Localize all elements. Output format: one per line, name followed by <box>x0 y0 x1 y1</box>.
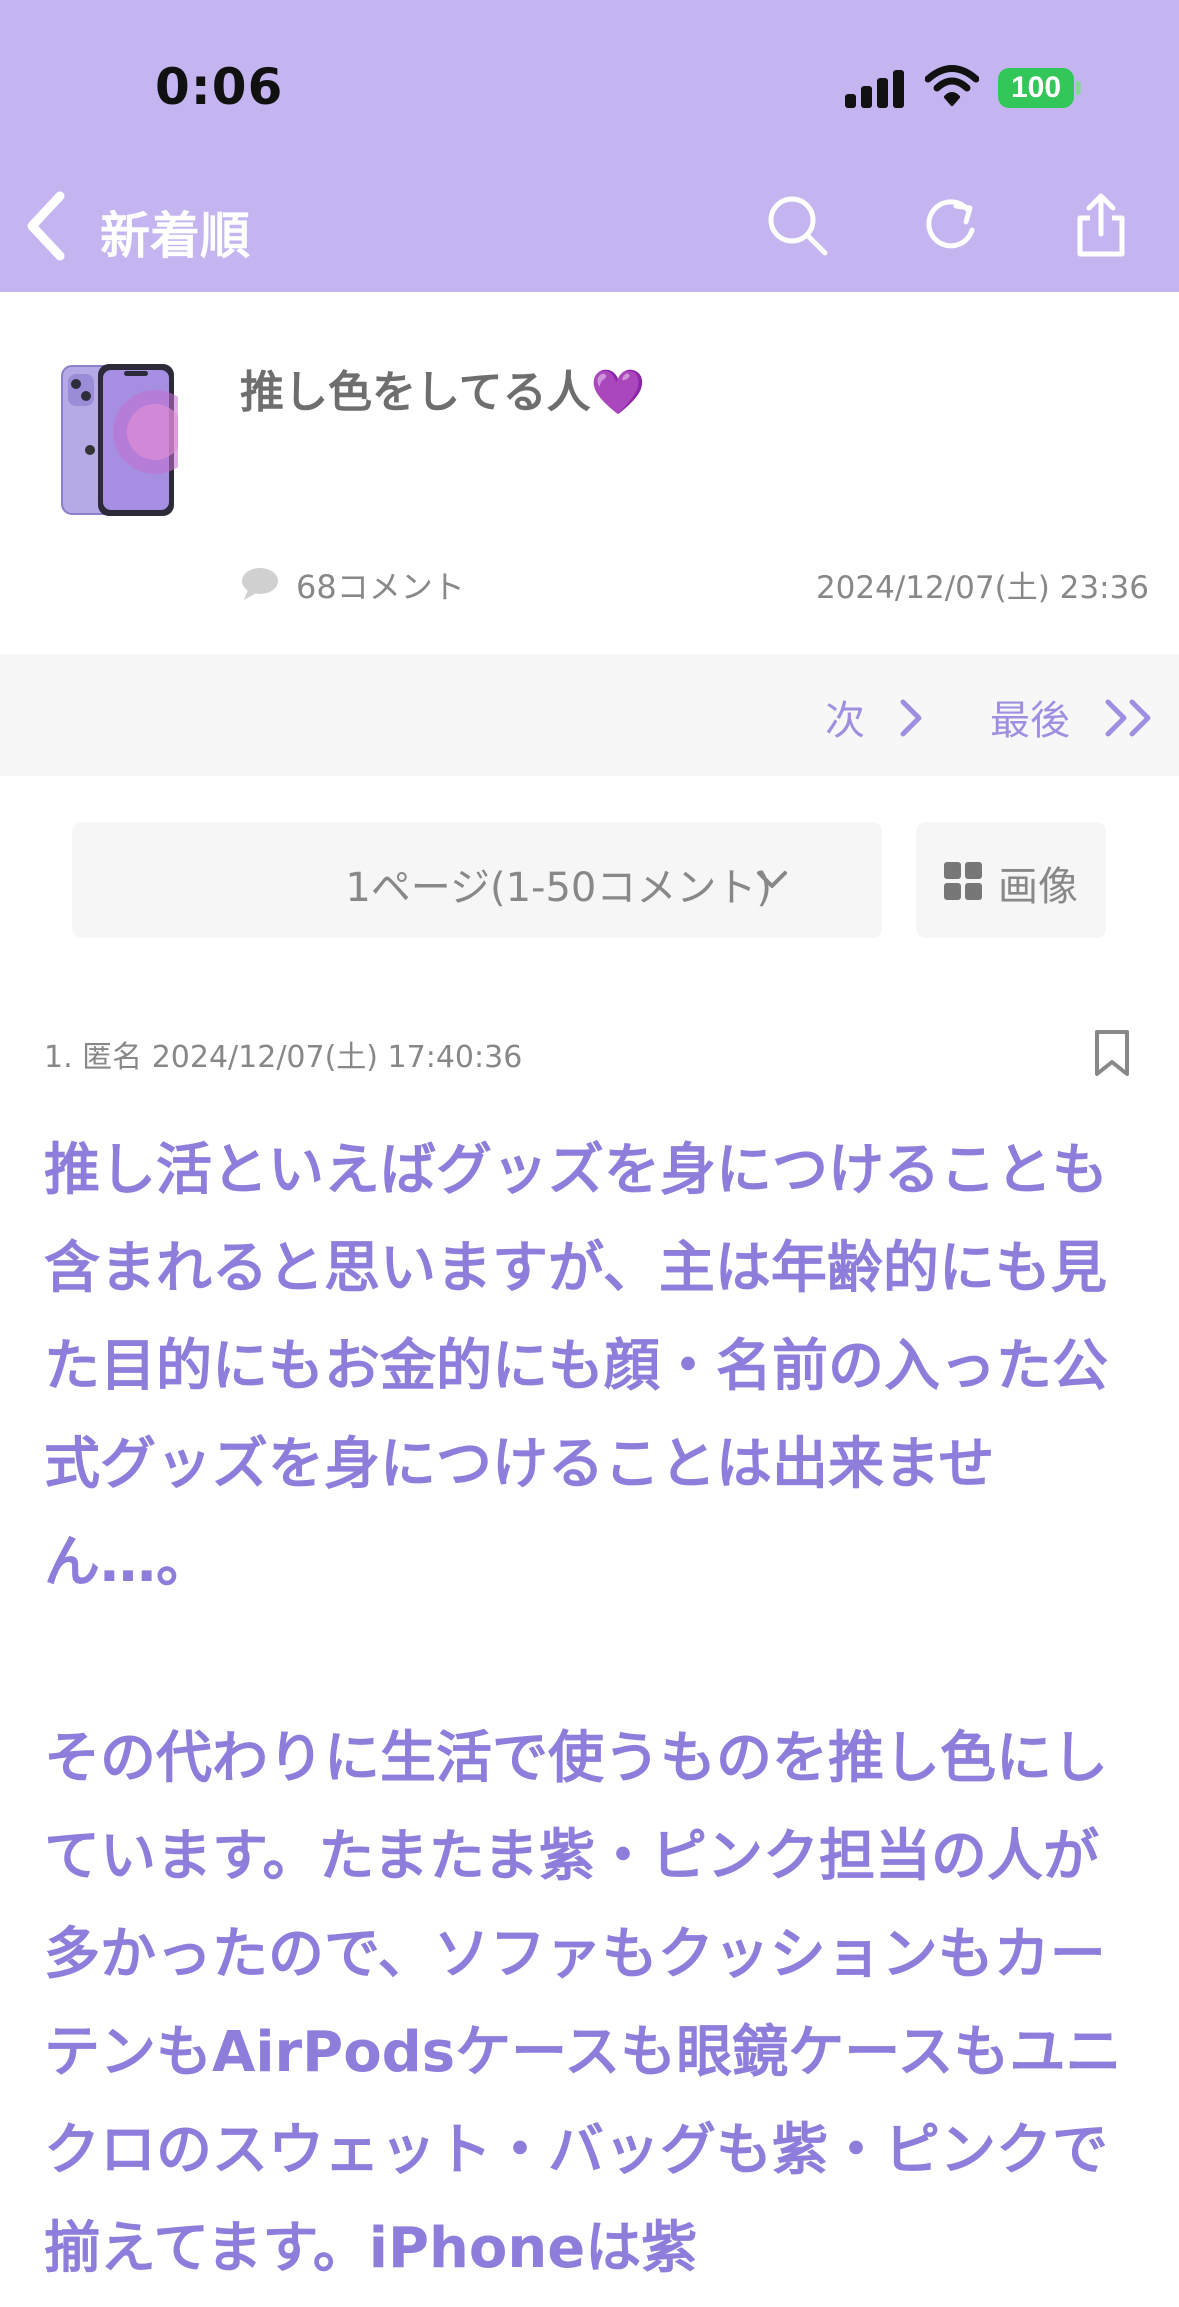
chevron-right-icon[interactable] <box>895 696 925 740</box>
share-icon[interactable] <box>1068 192 1134 258</box>
next-page-link[interactable]: 次 <box>825 688 865 746</box>
double-chevron-right-icon[interactable] <box>1102 696 1158 740</box>
post-meta: 1. 匿名 2024/12/07(土) 17:40:36 <box>44 1040 523 1075</box>
chevron-left-icon[interactable] <box>22 190 72 262</box>
signal-icon <box>845 68 905 108</box>
status-time: 0:06 <box>155 58 284 116</box>
post-paragraph: その代わりに生活で使うものを推し色にしています。たまたま紫・ピンク担当の人が多か… <box>44 1726 1122 2281</box>
page-select-dropdown[interactable]: 1ページ(1-50コメント) <box>72 822 882 938</box>
battery-level: 100 <box>998 68 1074 108</box>
topic-title[interactable]: 推し色をしてる人💜 <box>240 356 645 420</box>
page-select-value: 1ページ(1-50コメント) <box>345 865 772 911</box>
battery-icon: 100 <box>998 68 1081 108</box>
topic-date: 2024/12/07(土) 23:36 <box>815 570 1149 606</box>
last-page-link[interactable]: 最後 <box>990 688 1070 746</box>
image-button-label: 画像 <box>998 864 1078 910</box>
comment-count: 68コメント <box>296 568 465 606</box>
nav-title[interactable]: 新着順 <box>100 196 250 268</box>
chevron-down-icon <box>757 871 787 888</box>
refresh-icon[interactable] <box>918 192 984 258</box>
grid-icon <box>944 862 982 900</box>
purple-iphone-thumbnail <box>61 364 178 516</box>
search-icon[interactable] <box>764 192 830 258</box>
bookmark-icon[interactable] <box>1092 1028 1132 1078</box>
app-header: 0:06 100 新着順 <box>0 0 1179 292</box>
wifi-icon <box>925 65 979 106</box>
post-body: 推し活といえばグッズを身につけることも含まれると思いますが、主は年齢的にも見た目… <box>44 1122 1154 2307</box>
image-view-button[interactable]: 画像 <box>916 822 1106 938</box>
comment-bubble-icon <box>242 568 278 600</box>
post-paragraph: 推し活といえばグッズを身につけることも含まれると思いますが、主は年齢的にも見た目… <box>44 1138 1108 1595</box>
